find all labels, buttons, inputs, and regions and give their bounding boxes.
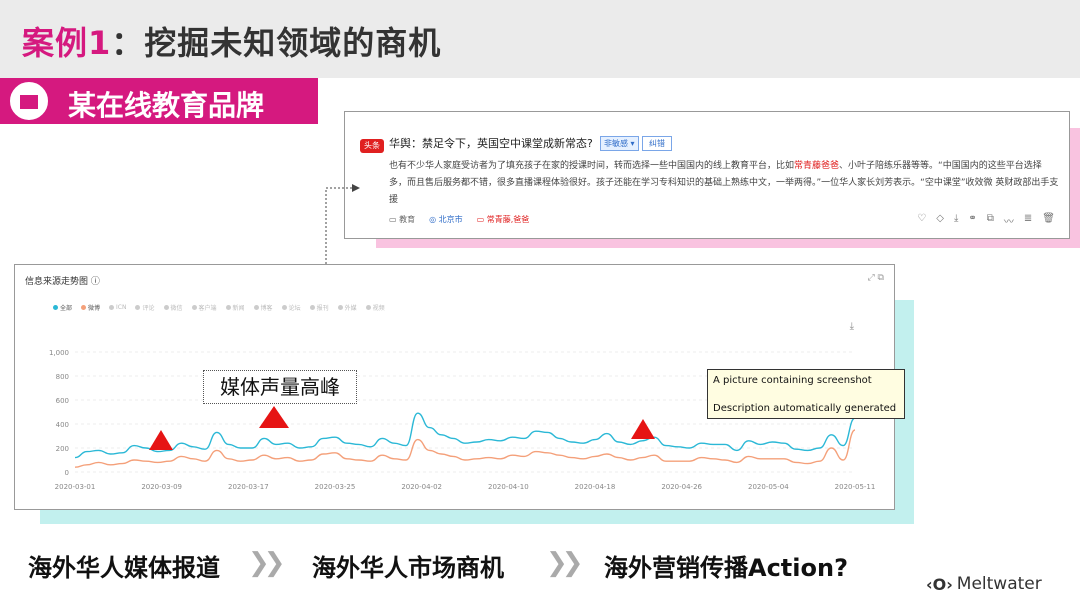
x-tick-label: 2020-05-04 — [748, 483, 789, 491]
peak-marker-1 — [149, 430, 173, 450]
alt-text-tooltip: A picture containing screenshot Descripti… — [707, 369, 905, 419]
peak-marker-3 — [631, 419, 655, 439]
y-tick-label: 400 — [56, 421, 69, 429]
y-tick-label: 600 — [56, 397, 69, 405]
x-tick-label: 2020-03-17 — [228, 483, 269, 491]
step-marketing-action: 海外营销传播Action? — [604, 554, 848, 582]
x-tick-label: 2020-05-11 — [835, 483, 876, 491]
y-tick-label: 0 — [65, 469, 69, 477]
x-tick-label: 2020-03-01 — [55, 483, 96, 491]
series-line-全部 — [74, 412, 856, 459]
peak-label: 媒体声量高峰 — [203, 370, 357, 404]
series-line-微博 — [74, 429, 856, 468]
x-tick-label: 2020-04-02 — [401, 483, 442, 491]
step-market-opportunity: 海外华人市场商机 — [312, 554, 504, 582]
x-tick-label: 2020-04-18 — [575, 483, 616, 491]
meltwater-logo: ‹O› Meltwater — [926, 574, 1042, 594]
x-tick-label: 2020-03-25 — [315, 483, 356, 491]
chevron-right-icon: ❯❯ — [248, 548, 285, 578]
y-tick-label: 200 — [56, 445, 69, 453]
x-tick-label: 2020-04-10 — [488, 483, 529, 491]
y-tick-label: 1,000 — [49, 349, 69, 357]
y-tick-label: 800 — [56, 373, 69, 381]
step-overseas-media: 海外华人媒体报道 — [28, 554, 220, 582]
peak-marker-2 — [259, 406, 289, 428]
meltwater-icon: ‹O› — [926, 574, 953, 594]
chevron-right-icon: ❯❯ — [546, 548, 583, 578]
x-tick-label: 2020-03-09 — [141, 483, 182, 491]
x-tick-label: 2020-04-26 — [661, 483, 702, 491]
